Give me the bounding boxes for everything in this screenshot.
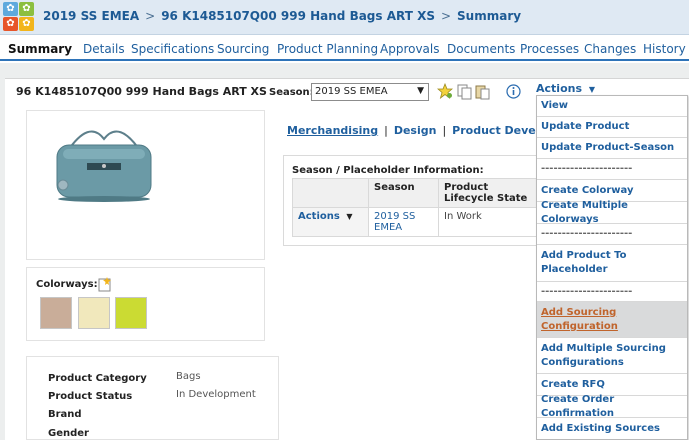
menu-separator: ----------------------	[537, 282, 687, 302]
tab-processes[interactable]: Processes	[520, 42, 579, 56]
menu-item-create-multiple-colorways[interactable]: Create Multiple Colorways	[537, 200, 687, 225]
season-select[interactable]: 2019 SS EMEA ▼	[311, 83, 429, 101]
actions-label: Actions	[536, 82, 582, 95]
copy-icon[interactable]	[457, 84, 473, 100]
menu-item-update-product-season[interactable]: Update Product-Season	[537, 138, 687, 159]
table-header-lifecycle: Product Lifecycle State	[438, 178, 540, 208]
menu-item-add-multiple-sourcing-configurations[interactable]: Add Multiple Sourcing Configurations	[537, 338, 687, 374]
row-actions-label: Actions	[298, 211, 340, 222]
tab-product-planning[interactable]: Product Planning	[277, 42, 378, 56]
table-header-season: Season	[368, 178, 439, 208]
paste-icon[interactable]	[475, 84, 491, 100]
season-label: Season:	[269, 87, 314, 98]
colorways-label: Colorways:	[36, 279, 98, 290]
season-table: Season Product Lifecycle State Actions ▼…	[292, 178, 540, 237]
season-select-value: 2019 SS EMEA	[315, 86, 388, 97]
link-separator: |	[384, 124, 388, 137]
dropdown-arrow-icon: ▼	[417, 86, 424, 96]
breadcrumb-page: Summary	[457, 9, 522, 23]
attr-label-gender: Gender	[48, 428, 89, 439]
attr-label-brand: Brand	[48, 409, 82, 420]
season-placeholder-panel: Season / Placeholder Information: Season…	[283, 155, 540, 246]
menu-item-update-product[interactable]: Update Product	[537, 117, 687, 138]
chevron-down-icon: ▼	[346, 212, 353, 221]
row-actions-button[interactable]: Actions ▼	[292, 207, 369, 237]
product-title: 96 K1485107Q00 999 Hand Bags ART XS	[16, 85, 267, 98]
product-image	[56, 130, 152, 202]
link-design[interactable]: Design	[394, 124, 437, 137]
colorway-swatch[interactable]	[40, 297, 72, 329]
favorite-star-icon[interactable]	[437, 83, 453, 99]
menu-item-view[interactable]: View	[537, 96, 687, 117]
link-merchandising[interactable]: Merchandising	[287, 124, 378, 137]
tab-bar: Summary Details Specifications Sourcing …	[0, 38, 689, 61]
product-image-panel	[26, 110, 265, 260]
actions-menu-button[interactable]: Actions ▼	[536, 82, 595, 95]
tab-sourcing[interactable]: Sourcing	[217, 42, 269, 56]
breadcrumb: 2019 SS EMEA >96 K1485107Q00 999 Hand Bag…	[43, 9, 521, 23]
info-icon[interactable]	[506, 84, 521, 99]
colorways-panel: Colorways:	[26, 267, 265, 341]
chevron-down-icon: ▼	[588, 85, 595, 94]
table-row: Actions ▼ 2019 SS EMEA In Work	[292, 207, 540, 237]
link-separator: |	[442, 124, 447, 137]
tab-details[interactable]: Details	[83, 42, 125, 56]
row-lifecycle-state: In Work	[438, 207, 540, 237]
season-placeholder-title: Season / Placeholder Information:	[292, 165, 484, 176]
app-logo[interactable]: ✿ ✿ ✿ ✿	[3, 2, 35, 33]
attr-label-product-status: Product Status	[48, 391, 133, 402]
attr-value-product-status: In Development	[176, 389, 256, 400]
section-links: Merchandising | Design | Product Developm	[287, 124, 566, 137]
attr-value-product-category: Bags	[176, 371, 201, 382]
menu-separator: ----------------------	[537, 224, 687, 245]
breadcrumb-separator: >	[145, 9, 156, 23]
tab-summary[interactable]: Summary	[8, 42, 72, 56]
menu-item-add-product-to-placeholder[interactable]: Add Product To Placeholder	[537, 245, 687, 282]
tab-changes[interactable]: Changes	[584, 42, 636, 56]
tab-approvals[interactable]: Approvals	[380, 42, 440, 56]
breadcrumb-separator: >	[440, 9, 452, 23]
menu-item-create-order-confirmation[interactable]: Create Order Confirmation	[537, 394, 687, 419]
table-header-actions	[292, 178, 369, 208]
tab-history[interactable]: History	[643, 42, 686, 56]
row-season[interactable]: 2019 SS EMEA	[368, 207, 439, 237]
menu-item-add-sourcing-configuration[interactable]: Add Sourcing Configuration	[537, 302, 687, 338]
tab-specifications[interactable]: Specifications	[131, 42, 214, 56]
add-colorway-icon[interactable]	[97, 276, 113, 292]
actions-dropdown-menu: View Update Product Update Product-Seaso…	[536, 95, 688, 440]
colorway-swatch[interactable]	[78, 297, 110, 329]
colorway-swatch[interactable]	[115, 297, 147, 329]
menu-separator: ----------------------	[537, 159, 687, 180]
attr-label-product-category: Product Category	[48, 373, 147, 384]
breadcrumb-product[interactable]: 96 K1485107Q00 999 Hand Bags ART XS	[161, 9, 435, 23]
top-bar: ✿ ✿ ✿ ✿ 2019 SS EMEA >96 K1485107Q00 999 …	[0, 0, 689, 35]
menu-item-add-existing-sources[interactable]: Add Existing Sources	[537, 418, 687, 440]
product-attributes-panel: Product Category Bags Product Status In …	[26, 356, 279, 440]
breadcrumb-season[interactable]: 2019 SS EMEA	[43, 9, 139, 23]
tab-documents[interactable]: Documents	[447, 42, 515, 56]
